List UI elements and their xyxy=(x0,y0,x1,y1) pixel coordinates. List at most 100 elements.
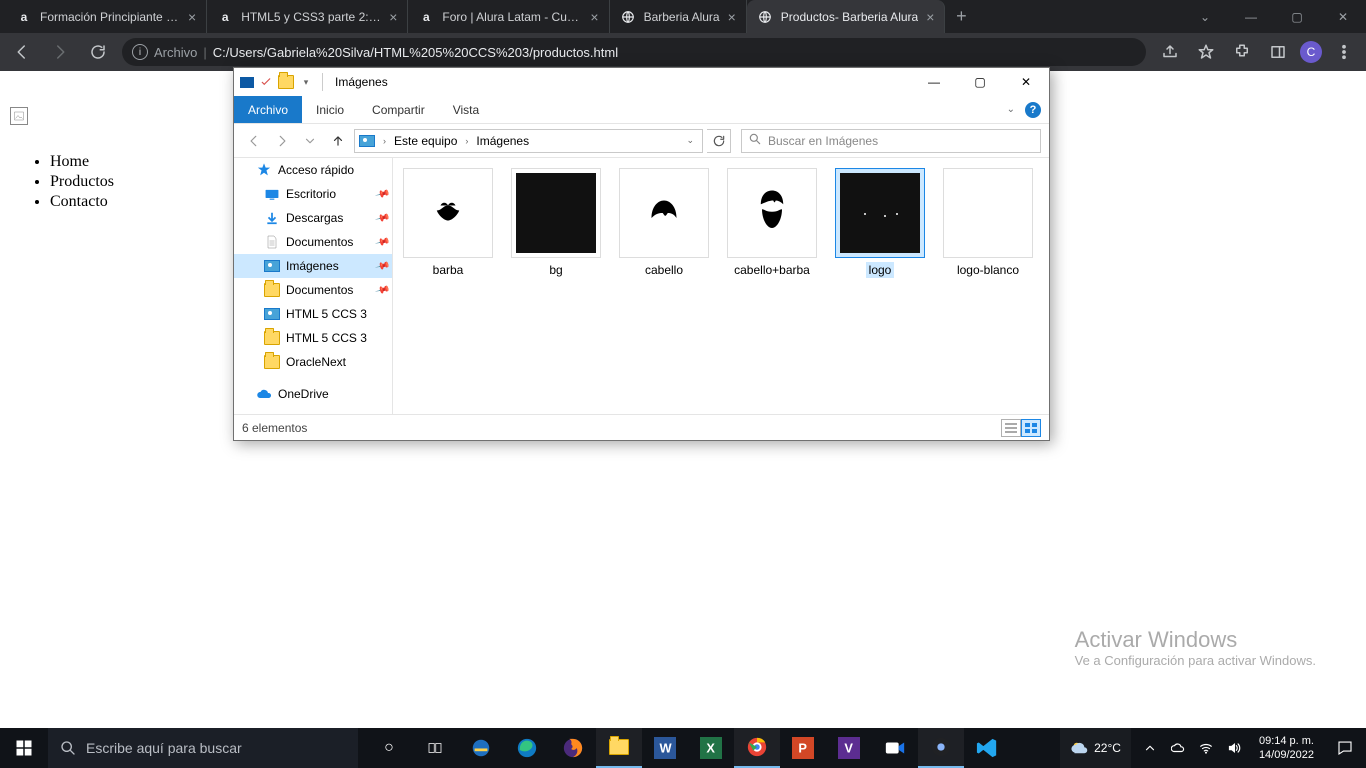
refresh-button[interactable] xyxy=(707,129,731,153)
file-item[interactable]: bg xyxy=(511,168,601,278)
view-thumbnails-button[interactable] xyxy=(1021,419,1041,437)
nav-link-home[interactable]: Home xyxy=(50,153,114,171)
toolbar-right: C xyxy=(1156,38,1358,66)
ribbon-tab-vista[interactable]: Vista xyxy=(439,96,493,123)
nav-link-productos[interactable]: Productos xyxy=(50,173,114,191)
close-button[interactable]: ✕ xyxy=(1320,0,1366,33)
volume-icon[interactable] xyxy=(1225,728,1243,768)
close-icon[interactable]: × xyxy=(926,9,934,25)
properties-icon[interactable] xyxy=(240,77,254,88)
explorer-content[interactable]: barba bg cabello cabello+barba xyxy=(393,158,1049,414)
wifi-icon[interactable] xyxy=(1197,728,1215,768)
chevron-right-icon[interactable]: › xyxy=(379,136,390,146)
chevron-down-icon[interactable]: ⌄ xyxy=(1007,104,1015,115)
tray-chevron-up-icon[interactable] xyxy=(1141,728,1159,768)
task-view-icon[interactable] xyxy=(412,728,458,768)
close-icon[interactable]: × xyxy=(389,9,397,25)
view-details-button[interactable] xyxy=(1001,419,1021,437)
chrome-canary-icon[interactable] xyxy=(918,728,964,768)
cortana-icon[interactable]: ○ xyxy=(366,728,412,768)
nav-item-html5ccs3-folder[interactable]: HTML 5 CCS 3 xyxy=(234,326,392,350)
reload-button[interactable] xyxy=(84,38,112,66)
file-item[interactable]: cabello xyxy=(619,168,709,278)
close-icon[interactable]: × xyxy=(590,9,598,25)
ribbon-tab-inicio[interactable]: Inicio xyxy=(302,96,358,123)
qat-icon[interactable] xyxy=(258,74,274,90)
nav-item-descargas[interactable]: Descargas 📌 xyxy=(234,206,392,230)
nav-item-escritorio[interactable]: Escritorio 📌 xyxy=(234,182,392,206)
file-item[interactable]: barba xyxy=(403,168,493,278)
onedrive-tray-icon[interactable] xyxy=(1169,728,1187,768)
pin-icon: 📌 xyxy=(374,234,390,250)
start-button[interactable] xyxy=(0,728,48,768)
forward-button[interactable] xyxy=(270,129,294,153)
profile-avatar[interactable]: C xyxy=(1300,41,1322,63)
file-explorer-icon[interactable] xyxy=(596,728,642,768)
close-button[interactable]: ✕ xyxy=(1003,68,1049,96)
explorer-search-input[interactable]: Buscar en Imágenes xyxy=(741,129,1041,153)
notifications-icon[interactable] xyxy=(1330,739,1360,757)
weather-widget[interactable]: 22°C xyxy=(1060,728,1131,768)
menu-kebab-icon[interactable] xyxy=(1330,38,1358,66)
browser-tab[interactable]: a Formación Principiante en Pr × xyxy=(6,0,207,33)
recent-dropdown-icon[interactable] xyxy=(298,129,322,153)
breadcrumb-segment[interactable]: Este equipo xyxy=(394,134,457,148)
chrome-icon[interactable] xyxy=(734,728,780,768)
vscode-icon[interactable] xyxy=(964,728,1010,768)
maximize-button[interactable]: ▢ xyxy=(957,68,1003,96)
word-icon[interactable]: W xyxy=(642,728,688,768)
tray-clock[interactable]: 09:14 p. m. 14/09/2022 xyxy=(1253,734,1320,762)
edge-icon[interactable] xyxy=(504,728,550,768)
ribbon-tab-archivo[interactable]: Archivo xyxy=(234,96,302,123)
nav-link-contacto[interactable]: Contacto xyxy=(50,193,114,211)
taskbar-search-input[interactable]: Escribe aquí para buscar xyxy=(48,728,358,768)
chevron-down-icon[interactable]: ⌄ xyxy=(682,135,698,146)
explorer-navigation-pane[interactable]: Acceso rápido Escritorio 📌 Descargas 📌 D… xyxy=(234,158,393,414)
breadcrumb-box[interactable]: › Este equipo › Imágenes ⌄ xyxy=(354,129,703,153)
chevron-down-icon[interactable]: ⌄ xyxy=(1182,0,1228,33)
explorer-titlebar[interactable]: ▾ Imágenes ― ▢ ✕ xyxy=(234,68,1049,96)
firefox-icon[interactable] xyxy=(550,728,596,768)
file-item[interactable]: logo-blanco xyxy=(943,168,1033,278)
close-icon[interactable]: × xyxy=(728,9,736,25)
omnibox[interactable]: i Archivo | C:/Users/Gabriela%20Silva/HT… xyxy=(122,38,1146,66)
meet-icon[interactable] xyxy=(872,728,918,768)
nav-item-documentos[interactable]: Documentos 📌 xyxy=(234,230,392,254)
qat-dropdown-icon[interactable]: ▾ xyxy=(298,74,314,90)
minimize-button[interactable]: ― xyxy=(911,68,957,96)
help-icon[interactable]: ? xyxy=(1025,102,1041,118)
excel-icon[interactable]: X xyxy=(688,728,734,768)
minimize-button[interactable]: ― xyxy=(1228,0,1274,33)
folder-icon[interactable] xyxy=(278,74,294,90)
new-tab-button[interactable]: + xyxy=(945,0,977,33)
maximize-button[interactable]: ▢ xyxy=(1274,0,1320,33)
browser-tab[interactable]: a HTML5 y CSS3 parte 2: Posici × xyxy=(207,0,408,33)
breadcrumb-segment[interactable]: Imágenes xyxy=(476,134,529,148)
nav-item-oraclenext[interactable]: OracleNext xyxy=(234,350,392,374)
explorer-addressbar: › Este equipo › Imágenes ⌄ Buscar en Imá… xyxy=(234,124,1049,158)
browser-tab-active[interactable]: Productos- Barberia Alura × xyxy=(747,0,946,33)
browser-tab[interactable]: a Foro | Alura Latam - Cursos o × xyxy=(408,0,609,33)
ribbon-tab-compartir[interactable]: Compartir xyxy=(358,96,439,123)
up-button[interactable] xyxy=(326,129,350,153)
file-item-selected[interactable]: logo xyxy=(835,168,925,278)
back-button[interactable] xyxy=(242,129,266,153)
forward-button[interactable] xyxy=(46,38,74,66)
share-icon[interactable] xyxy=(1156,38,1184,66)
close-icon[interactable]: × xyxy=(188,9,196,25)
visual-studio-icon[interactable]: V xyxy=(826,728,872,768)
nav-item-imagenes[interactable]: Imágenes 📌 xyxy=(234,254,392,278)
nav-item-html5ccs3-img[interactable]: HTML 5 CCS 3 xyxy=(234,302,392,326)
nav-item-onedrive[interactable]: OneDrive xyxy=(234,382,392,406)
ie-icon[interactable] xyxy=(458,728,504,768)
chevron-right-icon[interactable]: › xyxy=(461,136,472,146)
side-panel-icon[interactable] xyxy=(1264,38,1292,66)
nav-quick-access[interactable]: Acceso rápido xyxy=(234,158,392,182)
nav-item-documentos-2[interactable]: Documentos 📌 xyxy=(234,278,392,302)
file-item[interactable]: cabello+barba xyxy=(727,168,817,278)
back-button[interactable] xyxy=(8,38,36,66)
bookmark-star-icon[interactable] xyxy=(1192,38,1220,66)
powerpoint-icon[interactable]: P xyxy=(780,728,826,768)
browser-tab[interactable]: Barberia Alura × xyxy=(610,0,747,33)
extensions-icon[interactable] xyxy=(1228,38,1256,66)
